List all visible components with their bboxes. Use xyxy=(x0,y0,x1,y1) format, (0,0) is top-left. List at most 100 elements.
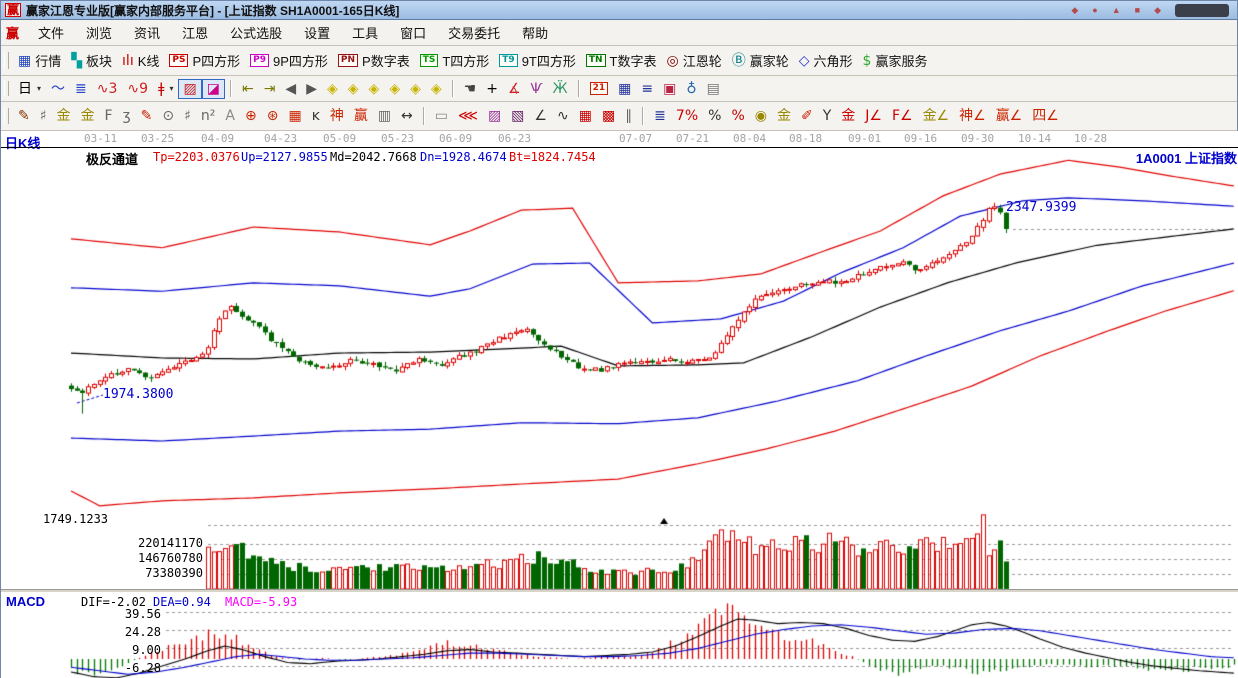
draw-gold-red-button[interactable]: 金 xyxy=(836,106,860,126)
menu-formula-stock-pick[interactable]: 公式选股 xyxy=(219,23,293,42)
draw-star-grid-button[interactable]: ⊛ xyxy=(262,106,284,126)
page-right-button[interactable]: ▶ xyxy=(301,79,322,99)
p9-square-button[interactable]: P9 9P四方形 xyxy=(245,49,333,72)
menu-news[interactable]: 资讯 xyxy=(123,23,171,42)
draw-grid-dense-button[interactable]: ▦ xyxy=(574,106,597,126)
expand-horizontal-diamond-button[interactable]: ◈ xyxy=(364,79,385,99)
draw-j-angle-button[interactable]: J∠ xyxy=(860,106,887,126)
draw-gold-gann-1-button[interactable]: 金 xyxy=(52,106,76,126)
menu-window[interactable]: 窗口 xyxy=(389,23,437,42)
network-button[interactable]: ♁ xyxy=(681,79,701,99)
draw-clock-button[interactable]: ⊙ xyxy=(157,106,179,126)
page-left-button[interactable]: ◀ xyxy=(280,79,301,99)
draw-n2-button[interactable]: n² xyxy=(196,106,221,126)
draw-ruler-button[interactable]: ▥ xyxy=(373,106,396,126)
kline-button[interactable]: ılı K线 xyxy=(117,49,164,72)
zoom-out-diamond-button[interactable]: ◈ xyxy=(426,79,447,99)
notes-button[interactable]: ≡ xyxy=(636,79,658,99)
scroll-left-diamond-button[interactable]: ◈ xyxy=(322,79,343,99)
menu-help[interactable]: 帮助 xyxy=(511,23,559,42)
pattern-match-button[interactable]: Ӝ xyxy=(548,79,573,99)
draw-fan-box-button[interactable]: ▨ xyxy=(483,106,506,126)
quotes-button[interactable]: ▦ 行情 xyxy=(13,49,66,72)
p-square-button[interactable]: PS P四方形 xyxy=(164,49,245,72)
draw-k-quote-button[interactable]: ĸ xyxy=(307,106,325,126)
draw-ying-button[interactable]: 赢 xyxy=(349,106,373,126)
titlebar-tool-2-icon[interactable]: ● xyxy=(1092,5,1097,15)
pattern-box-button[interactable]: ▨ xyxy=(178,78,202,99)
menu-file[interactable]: 文件 xyxy=(27,23,75,42)
draw-gold-circle-button[interactable]: ◉ xyxy=(750,106,772,126)
menu-tools[interactable]: 工具 xyxy=(341,23,389,42)
draw-percent-button[interactable]: % xyxy=(703,106,726,126)
draw-parallel-lines-button[interactable]: ∥ xyxy=(620,106,637,126)
gann-wheel-button[interactable]: ◎ 江恩轮 xyxy=(662,49,727,72)
draw-grid-arrow-button[interactable]: ▩ xyxy=(597,106,620,126)
draw-gold-gann-2-button[interactable]: 金 xyxy=(76,106,100,126)
compress-diamond-button[interactable]: ◈ xyxy=(384,79,405,99)
draw-angle-lines-button[interactable]: ∠ xyxy=(529,106,552,126)
draw-circle-cross-button[interactable]: ⊕ xyxy=(240,106,262,126)
titlebar-tool-4-icon[interactable]: ■ xyxy=(1135,5,1140,15)
titlebar-tool-3-icon[interactable]: ▲ xyxy=(1112,5,1121,15)
winner-service-button[interactable]: $ 赢家服务 xyxy=(858,49,933,72)
menu-browse[interactable]: 浏览 xyxy=(75,23,123,42)
zoom-in-diamond-button[interactable]: ◈ xyxy=(405,79,426,99)
draw-hash-2-button[interactable]: ♯ xyxy=(179,106,196,126)
draw-fan-dark-button[interactable]: ▧ xyxy=(506,106,529,126)
draw-width-arrows-button[interactable]: ↔ xyxy=(396,106,418,126)
t9-square-button[interactable]: T9 9T四方形 xyxy=(494,49,581,72)
save-button[interactable]: ▣ xyxy=(658,79,681,99)
draw-ying-angle-button[interactable]: 赢∠ xyxy=(991,106,1028,126)
info-panel-button[interactable]: ≣ xyxy=(70,79,92,99)
gann-emperor-tool-button[interactable]: Ѱ xyxy=(526,79,548,99)
draw-box-tool-button[interactable]: ▭ xyxy=(430,106,453,126)
draw-seven-percent-button[interactable]: 7% xyxy=(671,106,703,126)
draw-gold-angle-button[interactable]: 金∠ xyxy=(918,106,955,126)
volume-pane-button[interactable]: ◪ xyxy=(201,78,225,99)
draw-y-tool-button[interactable]: Y xyxy=(818,106,837,126)
draw-pen-red-button[interactable]: ✐ xyxy=(796,106,818,126)
hand-drag-tool-button[interactable]: ☚ xyxy=(459,79,482,99)
jump-start-button[interactable]: ⇤ xyxy=(237,79,259,99)
draw-percent-red-button[interactable]: % xyxy=(726,106,749,126)
sectors-button[interactable]: ▚ 板块 xyxy=(66,49,117,72)
winner-wheel-button[interactable]: Ⓑ 赢家轮 xyxy=(727,49,794,72)
draw-si-angle-button[interactable]: 四∠ xyxy=(1027,106,1064,126)
t-number-table-button[interactable]: TN T数字表 xyxy=(581,49,662,72)
wave-9-button[interactable]: ∿9 xyxy=(122,79,153,99)
print-button[interactable]: ▤ xyxy=(702,79,725,99)
scroll-right-diamond-button[interactable]: ◈ xyxy=(343,79,364,99)
draw-hash-button[interactable]: ♯ xyxy=(35,106,52,126)
draw-brush-red-button[interactable]: ✎ xyxy=(136,106,158,126)
menu-settings[interactable]: 设置 xyxy=(293,23,341,42)
draw-f-tool-button[interactable]: F xyxy=(100,106,118,126)
crosshair-tool-button[interactable]: + xyxy=(481,79,503,99)
draw-gann-fan-button[interactable]: ⋘ xyxy=(453,106,483,126)
wave-3-button[interactable]: ∿3 xyxy=(92,79,123,99)
menu-trade-order[interactable]: 交易委托 xyxy=(437,23,511,42)
draw-shen-angle-button[interactable]: 神∠ xyxy=(954,106,991,126)
angle-measure-button[interactable]: ∡ xyxy=(503,79,526,99)
calendar-button[interactable]: 21 xyxy=(585,80,614,97)
draw-pencil-button[interactable]: ✎ xyxy=(13,106,35,126)
menu-gann[interactable]: 江恩 xyxy=(171,23,219,42)
draw-f-angle-button[interactable]: F∠ xyxy=(887,106,918,126)
draw-percent-list-button[interactable]: ≣ xyxy=(649,106,671,126)
candle-style-dropdown[interactable]: ǂ ▾ xyxy=(153,79,178,99)
draw-a-line-button[interactable]: A xyxy=(220,106,240,126)
titlebar-tool-1-icon[interactable]: ◆ xyxy=(1071,5,1078,16)
period-day-dropdown[interactable]: 日 ▾ xyxy=(13,79,46,99)
jump-end-button[interactable]: ⇥ xyxy=(259,79,281,99)
draw-box-grid-button[interactable]: ▦ xyxy=(283,106,306,126)
draw-gold-line-button[interactable]: 金 xyxy=(772,106,796,126)
titlebar-tool-5-icon[interactable]: ◆ xyxy=(1154,5,1161,16)
hexagon-button[interactable]: ◇ 六角形 xyxy=(794,49,858,72)
trend-window-button[interactable]: 〜 xyxy=(46,79,70,99)
p-number-table-button[interactable]: PN P数字表 xyxy=(333,49,415,72)
calculator-button[interactable]: ▦ xyxy=(613,79,636,99)
draw-shen-button[interactable]: 神 xyxy=(325,106,349,126)
t-square-button[interactable]: TS T四方形 xyxy=(415,49,495,72)
draw-zigzag-button[interactable]: ∿ xyxy=(552,106,574,126)
draw-spiral-button[interactable]: ʒ xyxy=(118,106,136,126)
